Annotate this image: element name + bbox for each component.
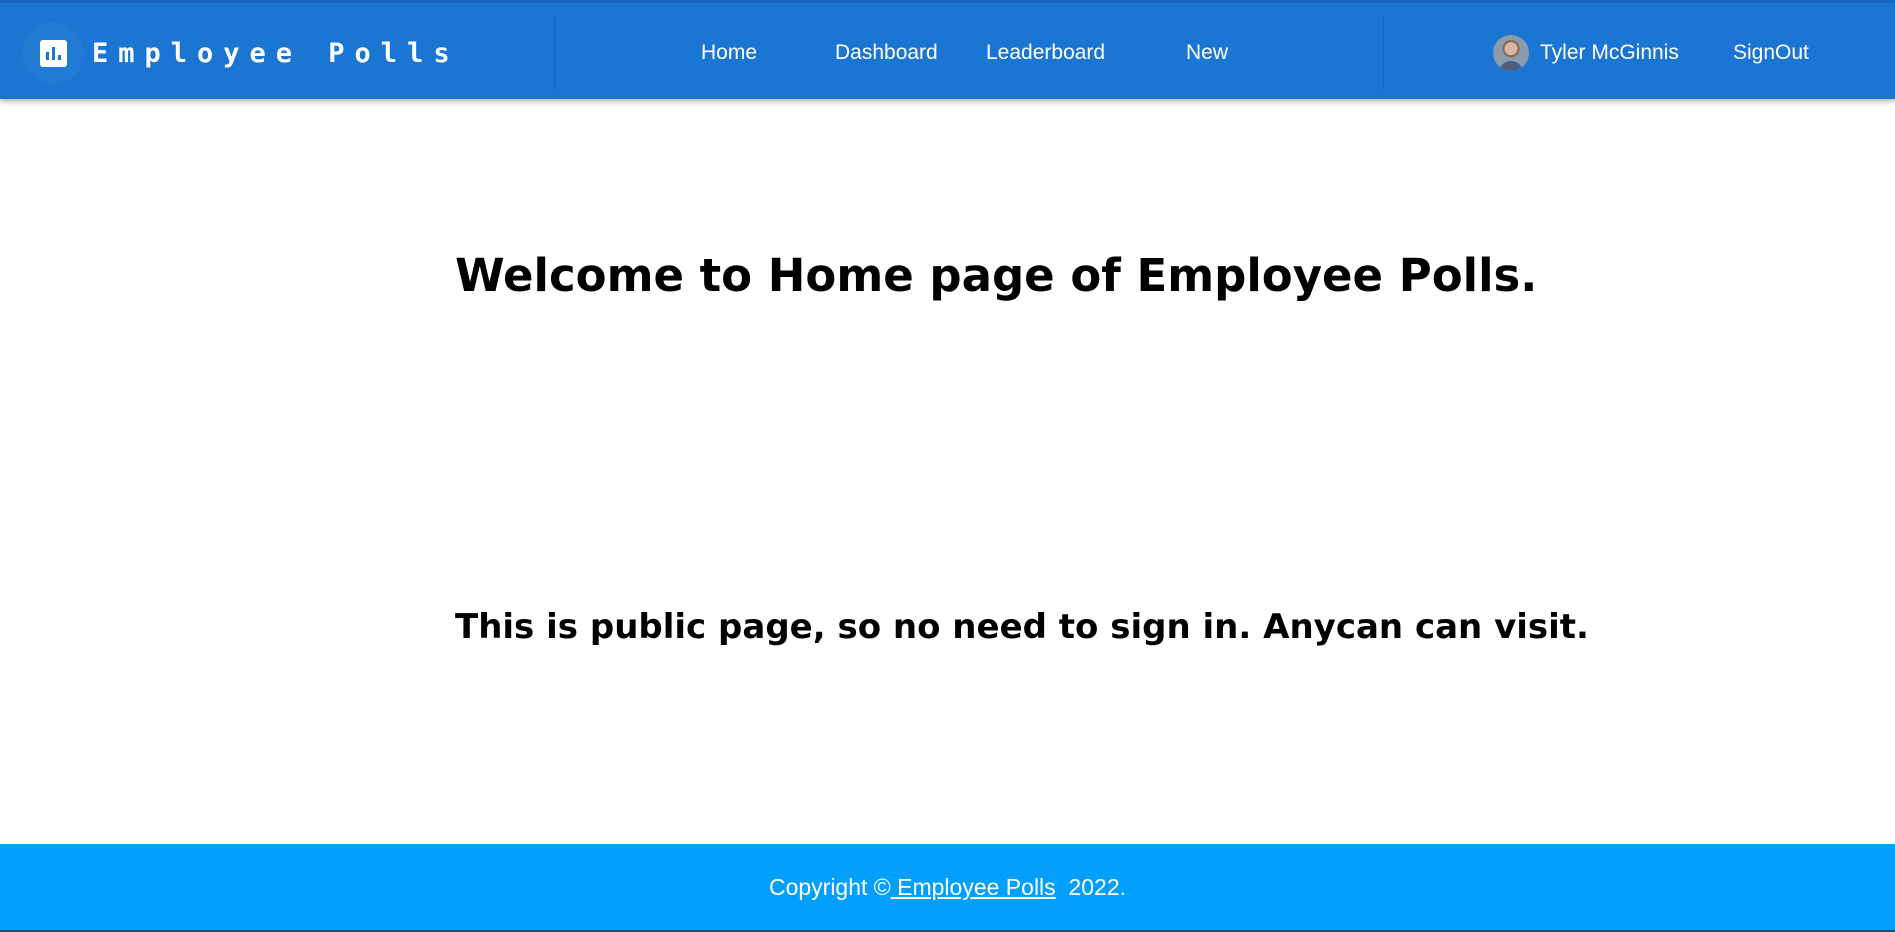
copyright-year: 2022. xyxy=(1055,873,1127,900)
app-title: Employee Polls xyxy=(92,37,460,69)
app-bar: Employee Polls Home Dashboard Leaderboar… xyxy=(0,0,1895,99)
user-name: Tyler McGinnis xyxy=(1540,41,1679,64)
copyright-prefix: Copyright © xyxy=(768,873,891,900)
brand-icon-button[interactable] xyxy=(22,22,84,84)
page: Employee Polls Home Dashboard Leaderboar… xyxy=(0,0,1895,932)
divider xyxy=(554,15,555,90)
page-subtitle: This is public page, so no need to sign … xyxy=(455,607,1589,647)
bar-chart-icon xyxy=(39,39,67,67)
nav-leaderboard[interactable]: Leaderboard xyxy=(986,39,1105,67)
divider xyxy=(1383,15,1384,90)
footer: Copyright © Employee Polls 2022. xyxy=(0,844,1895,932)
user-avatar[interactable] xyxy=(1493,35,1529,71)
signout-button[interactable]: SignOut xyxy=(1733,39,1809,67)
page-title: Welcome to Home page of Employee Polls. xyxy=(455,249,1538,302)
nav-home[interactable]: Home xyxy=(701,39,757,67)
footer-link[interactable]: Employee Polls xyxy=(891,874,1056,901)
brand[interactable]: Employee Polls xyxy=(22,17,460,89)
main-content: Welcome to Home page of Employee Polls. … xyxy=(0,99,1895,844)
user-profile[interactable]: Tyler McGinnis xyxy=(1493,35,1679,71)
nav-new[interactable]: New xyxy=(1186,39,1228,67)
nav-dashboard[interactable]: Dashboard xyxy=(835,39,938,67)
